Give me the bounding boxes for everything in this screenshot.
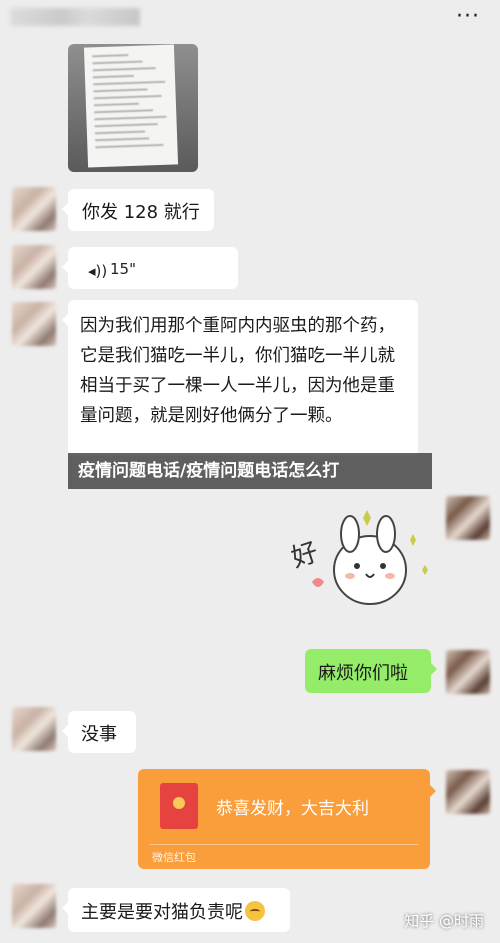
sparkle-icon (363, 510, 371, 526)
receipt-image (83, 44, 179, 168)
message-bubble[interactable]: 你发 128 就行 (62, 189, 214, 231)
laughing-emoji-icon (245, 901, 265, 921)
contact-avatar[interactable] (12, 245, 56, 289)
blurred-chat-title (10, 8, 140, 26)
more-options-icon[interactable]: ··· (456, 6, 480, 28)
my-avatar[interactable] (446, 496, 490, 540)
red-packet-label: 微信红包 (152, 851, 196, 864)
contact-avatar[interactable] (12, 302, 56, 346)
receipt-photo-message[interactable] (68, 44, 198, 172)
sparkle-icon (422, 565, 428, 575)
top-bar: ··· (0, 0, 500, 36)
message-bubble[interactable]: 主要是要对猫负责呢 (62, 888, 290, 932)
red-packet-greeting: 恭喜发财，大吉大利 (216, 799, 369, 819)
red-envelope-icon (160, 783, 198, 829)
watermark: 知乎 @时雨 (404, 912, 484, 930)
message-text: 主要是要对猫负责呢 (81, 902, 243, 923)
voice-duration: 15" (110, 260, 136, 278)
message-text: 因为我们用那个重阿内内驱虫的那个药，它是我们猫吃一半儿，你们猫吃一半儿就相当于买… (80, 316, 395, 426)
red-packet-divider (150, 844, 418, 845)
title-banner: 疫情问题电话/疫情问题电话怎么打 (68, 453, 432, 489)
sparkle-icon (410, 534, 416, 546)
contact-avatar[interactable] (12, 187, 56, 231)
my-avatar[interactable] (446, 650, 490, 694)
bunny-sticker[interactable]: 好 (290, 500, 435, 615)
message-bubble[interactable]: 因为我们用那个重阿内内驱虫的那个药，它是我们猫吃一半儿，你们猫吃一半儿就相当于买… (62, 300, 418, 456)
red-packet-message[interactable]: 恭喜发财，大吉大利 微信红包 (138, 769, 436, 869)
contact-avatar[interactable] (12, 884, 56, 928)
my-avatar[interactable] (446, 770, 490, 814)
message-text: 你发 128 就行 (82, 202, 200, 223)
sticker-text: 好 (290, 537, 322, 574)
message-bubble[interactable]: 没事 (62, 711, 136, 753)
voice-wave-icon: ◂)) (88, 262, 108, 280)
message-text: 没事 (81, 724, 117, 745)
contact-avatar[interactable] (12, 707, 56, 751)
my-message-bubble[interactable]: 麻烦你们啦 (305, 649, 437, 693)
message-text: 麻烦你们啦 (318, 663, 408, 684)
